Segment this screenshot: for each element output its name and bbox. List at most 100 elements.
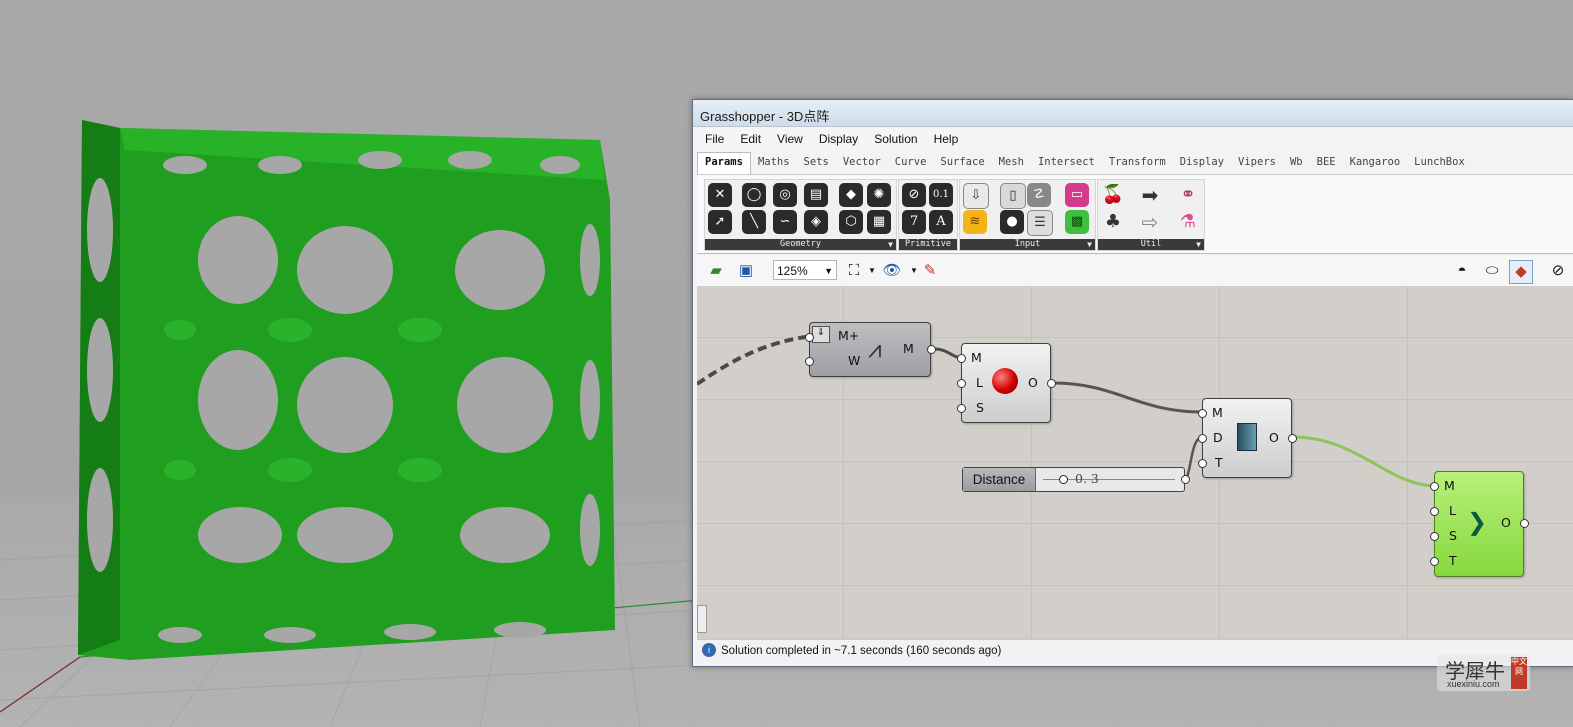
- point-param-icon[interactable]: ✕: [708, 183, 732, 207]
- wireframe-preview-icon[interactable]: ◓: [1451, 260, 1473, 282]
- output-o[interactable]: O: [1501, 515, 1511, 530]
- tab-curve[interactable]: Curve: [888, 153, 934, 175]
- gradient-icon[interactable]: ▩: [1065, 210, 1089, 234]
- input-s[interactable]: S: [1449, 528, 1457, 543]
- integer-param-icon[interactable]: 7: [902, 210, 926, 234]
- menu-display[interactable]: Display: [811, 128, 866, 152]
- geometry-param-icon[interactable]: ⬡: [839, 210, 863, 234]
- title-bar[interactable]: Grasshopper - 3D点阵: [693, 100, 1573, 127]
- input-grip[interactable]: [1430, 557, 1439, 566]
- cluster-icon[interactable]: ⚭: [1176, 183, 1200, 207]
- input-grip[interactable]: [1430, 507, 1439, 516]
- tab-intersect[interactable]: Intersect: [1031, 153, 1102, 175]
- menu-file[interactable]: File: [697, 128, 732, 152]
- output-grip[interactable]: [1047, 379, 1056, 388]
- tab-transform[interactable]: Transform: [1102, 153, 1173, 175]
- input-grip[interactable]: [957, 379, 966, 388]
- input-s[interactable]: S: [976, 400, 984, 415]
- ribbon-group-label-geometry[interactable]: Geometry ▼: [705, 239, 896, 250]
- data-tree-icon[interactable]: ♣: [1101, 210, 1125, 234]
- save-icon[interactable]: ▣: [735, 260, 757, 282]
- group-expand-icon[interactable]: ▼: [1087, 239, 1092, 250]
- sketch-pen-icon[interactable]: ✎: [919, 260, 941, 282]
- canvas-scroll-handle[interactable]: [697, 605, 707, 633]
- selected-preview-icon[interactable]: ◆: [1509, 260, 1533, 284]
- output-grip[interactable]: [1288, 434, 1297, 443]
- menu-edit[interactable]: Edit: [732, 128, 769, 152]
- input-m[interactable]: M: [1444, 478, 1455, 493]
- grasshopper-window[interactable]: Grasshopper - 3D点阵 File Edit View Display So…: [692, 99, 1573, 667]
- input-grip[interactable]: [957, 404, 966, 413]
- input-w[interactable]: W: [848, 353, 860, 368]
- input-t[interactable]: T: [1215, 455, 1223, 470]
- grasshopper-canvas[interactable]: ⇓ M+ W ⩘ M M L S O M D T O Distance 0. 3…: [697, 287, 1573, 639]
- output-o[interactable]: O: [1028, 375, 1038, 390]
- input-m[interactable]: M: [1212, 405, 1223, 420]
- tab-lunchbox[interactable]: LunchBox: [1407, 153, 1472, 175]
- input-grip[interactable]: [805, 333, 814, 342]
- circle-param-icon[interactable]: ◯: [742, 183, 766, 207]
- tab-bee[interactable]: BEE: [1310, 153, 1343, 175]
- output-grip[interactable]: [1181, 475, 1190, 484]
- input-m[interactable]: M: [971, 350, 982, 365]
- tab-maths[interactable]: Maths: [751, 153, 797, 175]
- input-l[interactable]: L: [1449, 503, 1456, 518]
- input-grip[interactable]: [1198, 459, 1207, 468]
- tab-surface[interactable]: Surface: [933, 153, 991, 175]
- panel-icon[interactable]: ⇩: [963, 183, 989, 209]
- cherry-picker-icon[interactable]: 🍒: [1101, 183, 1125, 207]
- zoom-selector[interactable]: 125% ▼: [773, 260, 837, 280]
- boolean-param-icon[interactable]: ⊘: [902, 183, 926, 207]
- line-param-icon[interactable]: ╲: [742, 210, 766, 234]
- input-grip[interactable]: [1198, 409, 1207, 418]
- ribbon-group-label-primitive[interactable]: Primitive: [899, 239, 957, 250]
- mesh-join-component[interactable]: ⇓ M+ W ⩘ M: [805, 322, 936, 377]
- shaded-preview-icon[interactable]: ⬭: [1481, 260, 1503, 282]
- input-l[interactable]: L: [976, 375, 983, 390]
- boolean-toggle-icon[interactable]: ●: [1000, 210, 1024, 234]
- flask-icon[interactable]: ⚗: [1176, 210, 1200, 234]
- input-m-plus[interactable]: M+: [838, 328, 859, 343]
- field-param-icon[interactable]: ▦: [867, 210, 891, 234]
- lock-solver-icon[interactable]: ⊘: [1547, 260, 1569, 282]
- tab-sets[interactable]: Sets: [797, 153, 836, 175]
- ribbon-group-label-util[interactable]: Util ▼: [1098, 239, 1204, 250]
- text-param-icon[interactable]: A: [929, 210, 953, 234]
- graph-mapper-icon[interactable]: ≋: [963, 210, 987, 234]
- output-o[interactable]: O: [1269, 430, 1279, 445]
- menu-solution[interactable]: Solution: [866, 128, 925, 152]
- output-grip[interactable]: [927, 345, 936, 354]
- subdivide-mesh-component[interactable]: M L S T ❯ O: [1430, 471, 1529, 577]
- input-grip[interactable]: [957, 354, 966, 363]
- input-grip[interactable]: [1430, 532, 1439, 541]
- value-list-icon[interactable]: ☰: [1027, 210, 1053, 236]
- menu-view[interactable]: View: [769, 128, 811, 152]
- output-m[interactable]: M: [903, 341, 914, 356]
- thicken-mesh-component[interactable]: M D T O: [1198, 398, 1297, 478]
- input-t[interactable]: T: [1449, 553, 1457, 568]
- tab-kangaroo[interactable]: Kangaroo: [1343, 153, 1408, 175]
- input-grip[interactable]: [805, 357, 814, 366]
- graft-arrow-icon[interactable]: ⇓: [812, 326, 830, 343]
- number-param-icon[interactable]: 0.1: [929, 183, 953, 207]
- menu-help[interactable]: Help: [926, 128, 967, 152]
- arc-param-icon[interactable]: ∽: [773, 210, 797, 234]
- chevron-down-icon[interactable]: ▼: [861, 260, 883, 282]
- tab-mesh[interactable]: Mesh: [992, 153, 1031, 175]
- tab-vector[interactable]: Vector: [836, 153, 888, 175]
- distance-slider[interactable]: Distance 0. 3: [962, 467, 1190, 492]
- colour-swatch-icon[interactable]: ▭: [1065, 183, 1089, 207]
- smooth-mesh-component[interactable]: M L S O: [957, 343, 1056, 423]
- input-grip[interactable]: [1430, 482, 1439, 491]
- box-param-icon[interactable]: ◈: [804, 210, 828, 234]
- preview-eye-icon[interactable]: 👁: [881, 260, 903, 282]
- curve-param-icon[interactable]: ◎: [773, 183, 797, 207]
- group-expand-icon[interactable]: ▼: [1196, 239, 1201, 250]
- chevron-down-icon[interactable]: ▼: [824, 261, 833, 281]
- input-grip[interactable]: [1198, 434, 1207, 443]
- group-expand-icon[interactable]: ▼: [888, 239, 893, 250]
- jump-arrow-icon[interactable]: ➡: [1138, 183, 1162, 207]
- brep-param-icon[interactable]: ◆: [839, 183, 863, 207]
- ribbon-group-label-input[interactable]: Input ▼: [960, 239, 1095, 250]
- mesh-param-icon[interactable]: ✺: [867, 183, 891, 207]
